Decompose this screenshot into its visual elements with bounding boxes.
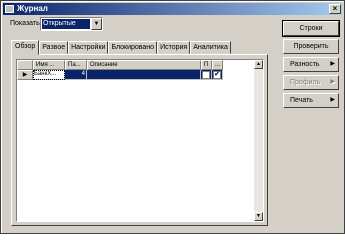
tab-strip: Обзор Развое Настройки Блокировано Истор… bbox=[11, 40, 231, 55]
scroll-down-icon[interactable]: ▼ bbox=[254, 212, 263, 221]
cell-number[interactable]: 4 bbox=[65, 70, 87, 80]
chevron-down-icon[interactable]: ▼ bbox=[91, 18, 102, 30]
tab-history[interactable]: История bbox=[157, 41, 191, 54]
window-title: Журнал bbox=[17, 4, 48, 13]
row-indicator-icon: ▶ bbox=[17, 70, 33, 80]
vertical-scrollbar[interactable]: ▲ ▼ bbox=[254, 60, 263, 221]
diff-button-label: Разность bbox=[290, 61, 320, 68]
column-header-extra[interactable]: ... bbox=[212, 60, 223, 70]
journal-window: Журнал × Показать Открытые ▼ Обзор Разво… bbox=[0, 0, 345, 234]
submenu-arrow-icon: ▶ bbox=[330, 97, 335, 103]
close-button[interactable]: × bbox=[329, 4, 341, 14]
extra-checkbox[interactable]: ✔ bbox=[213, 71, 221, 79]
submenu-arrow-icon: ▶ bbox=[330, 61, 335, 67]
grid-corner-cell bbox=[17, 60, 33, 70]
column-header-name[interactable]: Имя ... bbox=[33, 60, 65, 70]
journal-grid[interactable]: Имя ... Па... Описание П ... ▶ БанкХ... … bbox=[16, 59, 264, 222]
rows-button-label: Строки bbox=[299, 25, 323, 32]
show-filter-value: Открытые bbox=[42, 19, 90, 29]
print-button-label: Печать bbox=[290, 97, 313, 104]
app-icon bbox=[5, 5, 14, 13]
title-bar: Журнал × bbox=[3, 3, 342, 15]
grid-header: Имя ... Па... Описание П ... bbox=[17, 60, 223, 70]
print-button[interactable]: Печать ▶ bbox=[283, 93, 339, 108]
cell-name[interactable]: БанкХ... bbox=[33, 70, 65, 80]
table-row[interactable]: ▶ БанкХ... 4 ✔ bbox=[17, 70, 223, 80]
diff-button[interactable]: Разность ▶ bbox=[283, 57, 339, 72]
profile-button: Профиль ▶ bbox=[283, 75, 339, 90]
tab-diff[interactable]: Развое bbox=[39, 41, 69, 54]
tab-analytics[interactable]: Аналитика bbox=[190, 41, 231, 54]
flag-checkbox[interactable] bbox=[202, 71, 210, 79]
check-button-label: Проверить bbox=[293, 43, 329, 50]
show-label: Показать bbox=[10, 20, 40, 27]
submenu-arrow-icon: ▶ bbox=[330, 79, 335, 85]
tab-overview[interactable]: Обзор bbox=[11, 40, 40, 55]
check-button[interactable]: Проверить bbox=[283, 39, 339, 54]
column-header-number[interactable]: Па... bbox=[65, 60, 87, 70]
column-header-description[interactable]: Описание bbox=[87, 60, 201, 70]
rows-button[interactable]: Строки bbox=[282, 20, 340, 37]
show-filter-dropdown[interactable]: Открытые ▼ bbox=[40, 17, 103, 31]
cell-flag[interactable] bbox=[201, 70, 212, 80]
cell-extra[interactable]: ✔ bbox=[212, 70, 223, 80]
scroll-up-icon[interactable]: ▲ bbox=[254, 60, 263, 69]
tab-settings[interactable]: Настройки bbox=[68, 41, 109, 54]
cell-description[interactable] bbox=[87, 70, 201, 80]
profile-button-label: Профиль bbox=[290, 79, 321, 86]
column-header-flag[interactable]: П bbox=[201, 60, 212, 70]
tab-blocked[interactable]: Блокировано bbox=[108, 41, 158, 54]
